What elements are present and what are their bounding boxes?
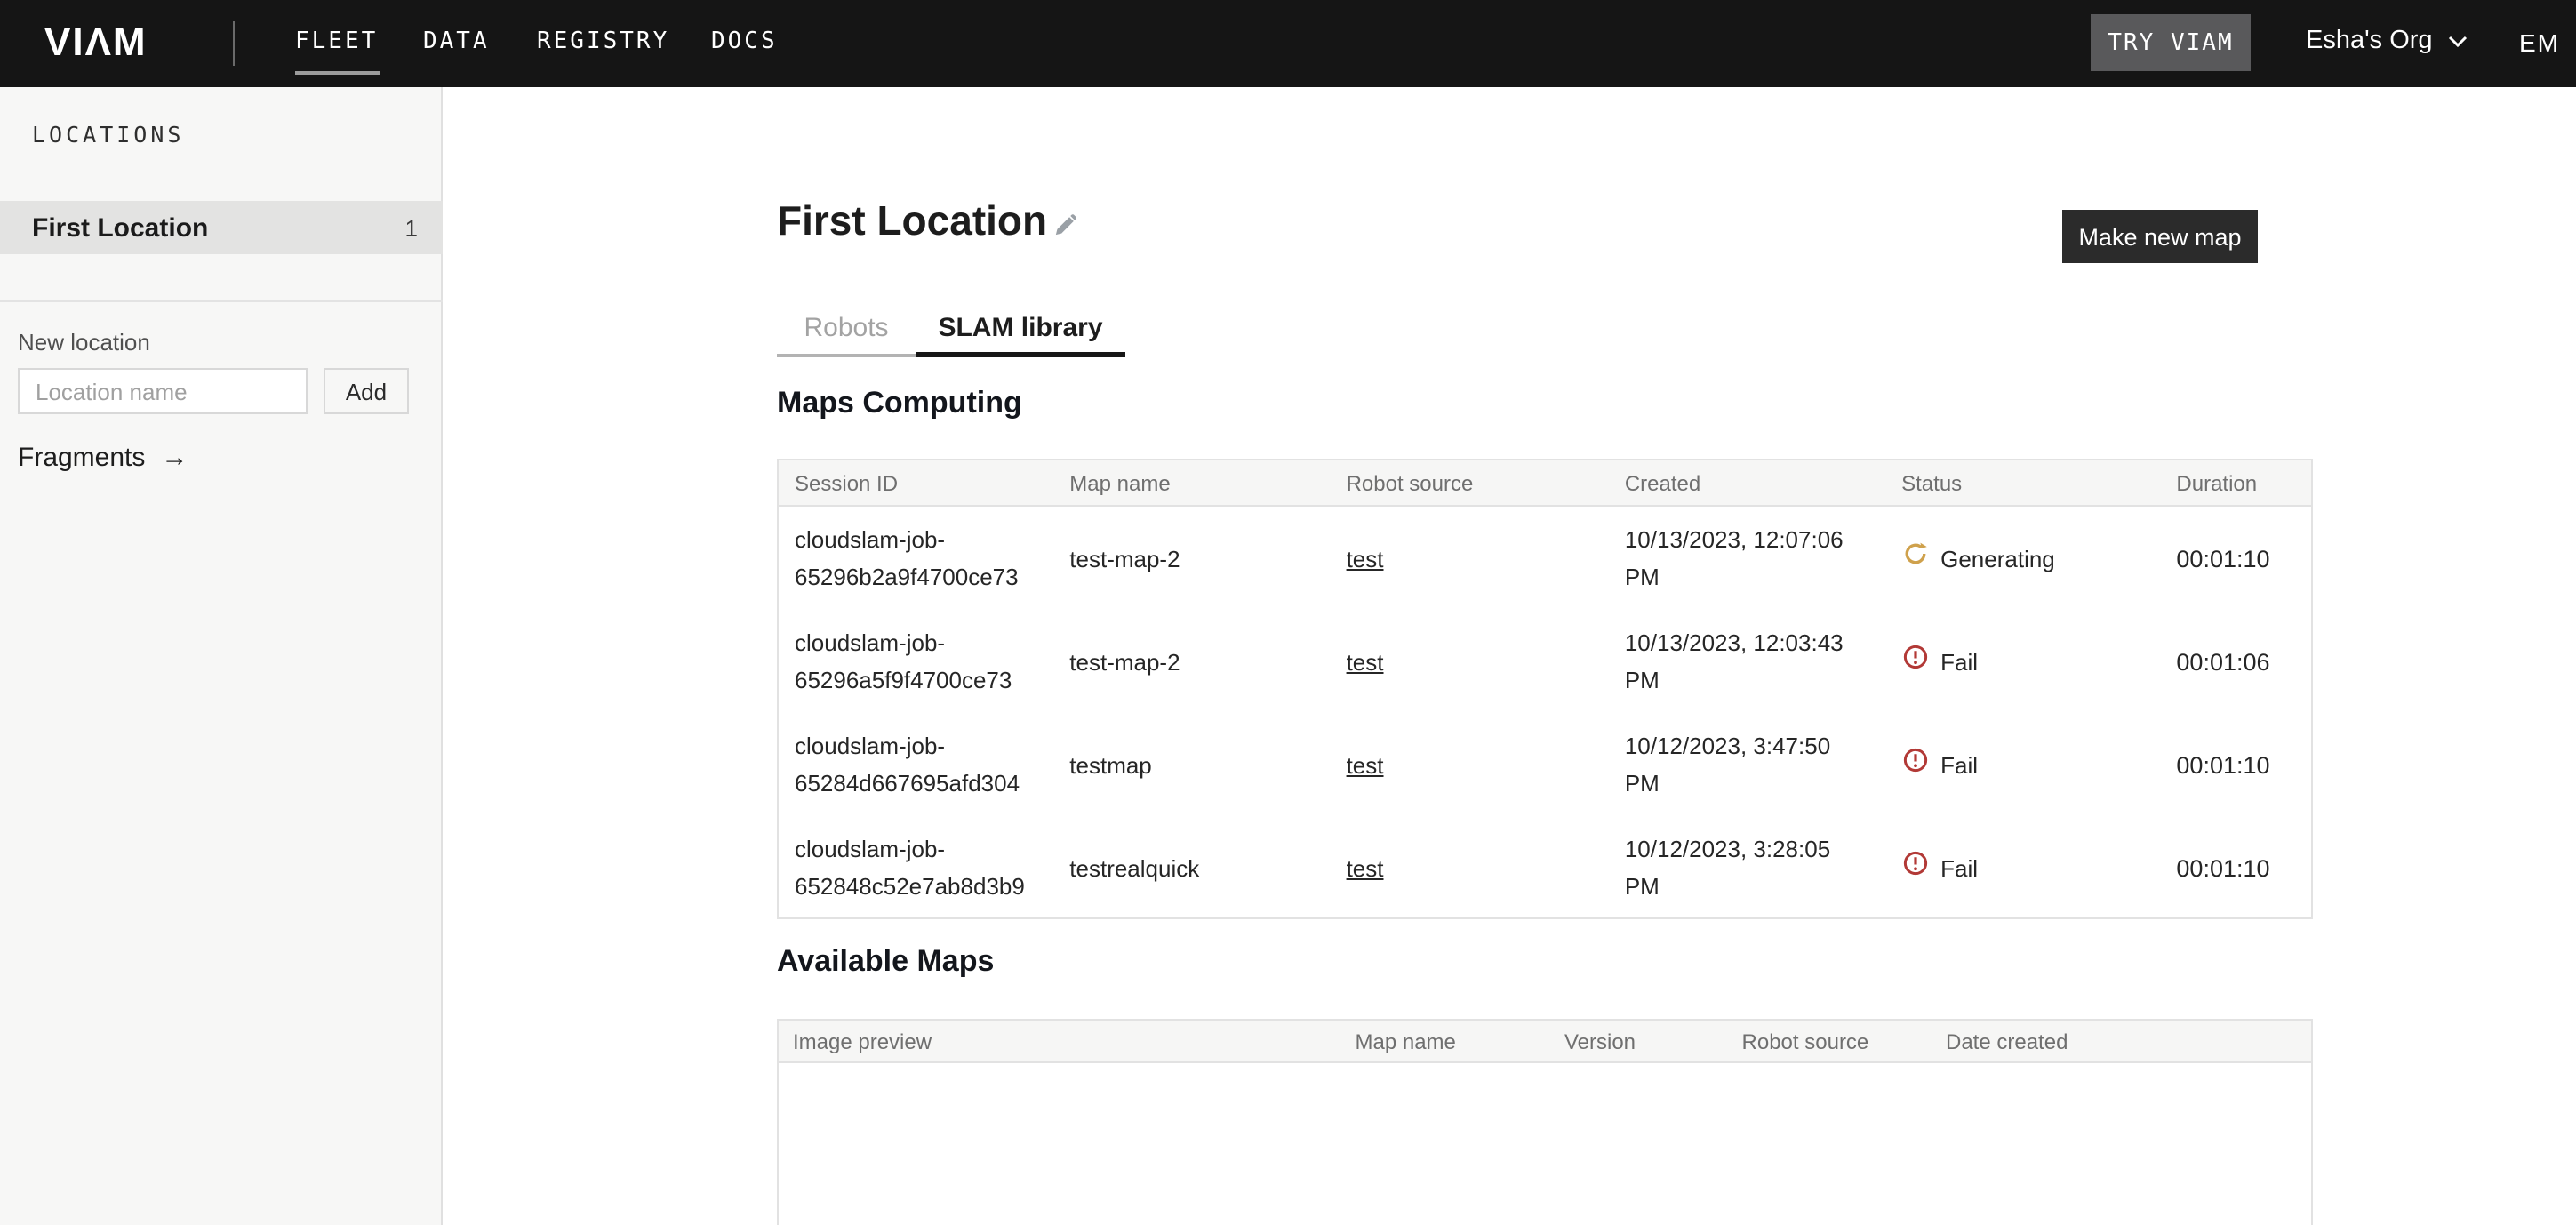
available-maps-header-row: Image preview Map name Version Robot sou…: [779, 1021, 2311, 1063]
add-location-button[interactable]: Add: [324, 368, 409, 414]
map-name-cell: testmap: [1053, 746, 1330, 783]
robot-source-link[interactable]: test: [1347, 854, 1384, 881]
col-status: Status: [1885, 460, 2160, 505]
fragments-link[interactable]: Fragments →: [18, 443, 188, 473]
status-label: Fail: [1940, 849, 1978, 886]
col-robot-source: Robot source: [1331, 460, 1609, 505]
created-cell: 10/13/2023, 12:07:06 PM: [1609, 521, 1885, 596]
fail-alert-icon: [1901, 643, 1928, 680]
available-maps-table: Image preview Map name Version Robot sou…: [777, 1019, 2313, 1225]
table-row: cloudslam-job- 65296a5f9f4700ce73 test-m…: [779, 610, 2311, 713]
fail-alert-icon: [1901, 746, 1928, 783]
robot-source-cell: test: [1331, 746, 1609, 783]
locations-sidebar: LOCATIONS First Location 1 New location …: [0, 87, 443, 1225]
tab-slam-library[interactable]: SLAM library: [916, 302, 1125, 357]
fragments-label: Fragments: [18, 443, 145, 473]
table-row: cloudslam-job- 652848c52e7ab8d3b9 testre…: [779, 816, 2311, 919]
created-cell: 10/13/2023, 12:03:43 PM: [1609, 624, 1885, 699]
location-tabs: Robots SLAM library: [777, 302, 1125, 357]
robot-source-link[interactable]: test: [1347, 648, 1384, 675]
duration-cell: 00:01:06: [2160, 643, 2311, 680]
sidebar-divider: [0, 300, 443, 302]
try-viam-button[interactable]: TRY VIAM: [2091, 14, 2251, 71]
col-robot-source: Robot source: [1728, 1021, 1932, 1061]
available-maps-heading: Available Maps: [777, 944, 994, 980]
duration-cell: 00:01:10: [2160, 849, 2311, 886]
map-name-cell: test-map-2: [1053, 540, 1330, 577]
col-version: Version: [1550, 1021, 1728, 1061]
col-map-name: Map name: [1341, 1021, 1550, 1061]
map-name-cell: test-map-2: [1053, 643, 1330, 680]
nav-item-fleet[interactable]: FLEET: [295, 28, 378, 55]
duration-cell: 00:01:10: [2160, 746, 2311, 783]
duration-cell: 00:01:10: [2160, 540, 2311, 577]
location-name: First Location: [32, 212, 405, 243]
active-nav-underline: [295, 71, 380, 75]
status-cell: Generating: [1885, 540, 2160, 577]
col-date-created: Date created: [1932, 1021, 2311, 1061]
table-row: cloudslam-job- 65296b2a9f4700ce73 test-m…: [779, 507, 2311, 610]
location-name-input[interactable]: [18, 368, 308, 414]
session-id-cell: cloudslam-job- 652848c52e7ab8d3b9: [779, 830, 1053, 905]
status-label: Generating: [1940, 540, 2055, 577]
col-session-id: Session ID: [779, 460, 1053, 505]
viam-app-window: VIΛM FLEET DATA REGISTRY DOCS TRY VIAM E…: [0, 0, 2576, 1225]
nav-item-data[interactable]: DATA: [423, 28, 490, 55]
user-menu[interactable]: EM: [2519, 28, 2560, 57]
org-name: Esha's Org: [2306, 27, 2433, 55]
robot-source-link[interactable]: test: [1347, 751, 1384, 778]
edit-location-name-icon[interactable]: [1052, 213, 1077, 247]
created-cell: 10/12/2023, 3:47:50 PM: [1609, 727, 1885, 802]
maps-computing-header-row: Session ID Map name Robot source Created…: [779, 460, 2311, 507]
table-row: cloudslam-job- 65284d667695afd304 testma…: [779, 713, 2311, 816]
arrow-right-icon: →: [161, 443, 188, 473]
session-id-cell: cloudslam-job- 65296a5f9f4700ce73: [779, 624, 1053, 699]
nav-item-registry[interactable]: REGISTRY: [537, 28, 669, 55]
status-label: Fail: [1940, 746, 1978, 783]
org-switcher[interactable]: Esha's Org: [2306, 27, 2468, 55]
viam-logo[interactable]: VIΛM: [44, 20, 148, 66]
status-cell: Fail: [1885, 746, 2160, 783]
session-id-cell: cloudslam-job- 65296b2a9f4700ce73: [779, 521, 1053, 596]
robot-source-cell: test: [1331, 540, 1609, 577]
status-label: Fail: [1940, 643, 1978, 680]
col-image-preview: Image preview: [779, 1021, 1341, 1061]
col-duration: Duration: [2160, 460, 2311, 505]
map-name-cell: testrealquick: [1053, 849, 1330, 886]
page-title: First Location: [777, 197, 1047, 245]
created-cell: 10/12/2023, 3:28:05 PM: [1609, 830, 1885, 905]
col-map-name: Map name: [1053, 460, 1330, 505]
location-robot-count: 1: [405, 214, 418, 241]
fail-alert-icon: [1901, 849, 1928, 886]
make-new-map-button[interactable]: Make new map: [2062, 210, 2258, 263]
sidebar-item-first-location[interactable]: First Location 1: [0, 201, 443, 254]
status-cell: Fail: [1885, 643, 2160, 680]
chevron-down-icon: [2449, 27, 2468, 55]
robot-source-cell: test: [1331, 849, 1609, 886]
status-cell: Fail: [1885, 849, 2160, 886]
new-location-label: New location: [18, 329, 150, 356]
col-created: Created: [1609, 460, 1885, 505]
locations-section-label: LOCATIONS: [32, 121, 184, 148]
robot-source-cell: test: [1331, 643, 1609, 680]
nav-item-docs[interactable]: DOCS: [711, 28, 778, 55]
top-nav: VIΛM FLEET DATA REGISTRY DOCS TRY VIAM E…: [0, 0, 2576, 87]
robot-source-link[interactable]: test: [1347, 545, 1384, 572]
maps-computing-table: Session ID Map name Robot source Created…: [777, 459, 2313, 919]
nav-divider: [233, 21, 235, 66]
maps-computing-heading: Maps Computing: [777, 386, 1022, 421]
tab-robots[interactable]: Robots: [777, 302, 916, 357]
session-id-cell: cloudslam-job- 65284d667695afd304: [779, 727, 1053, 802]
generating-refresh-icon: [1901, 540, 1928, 577]
